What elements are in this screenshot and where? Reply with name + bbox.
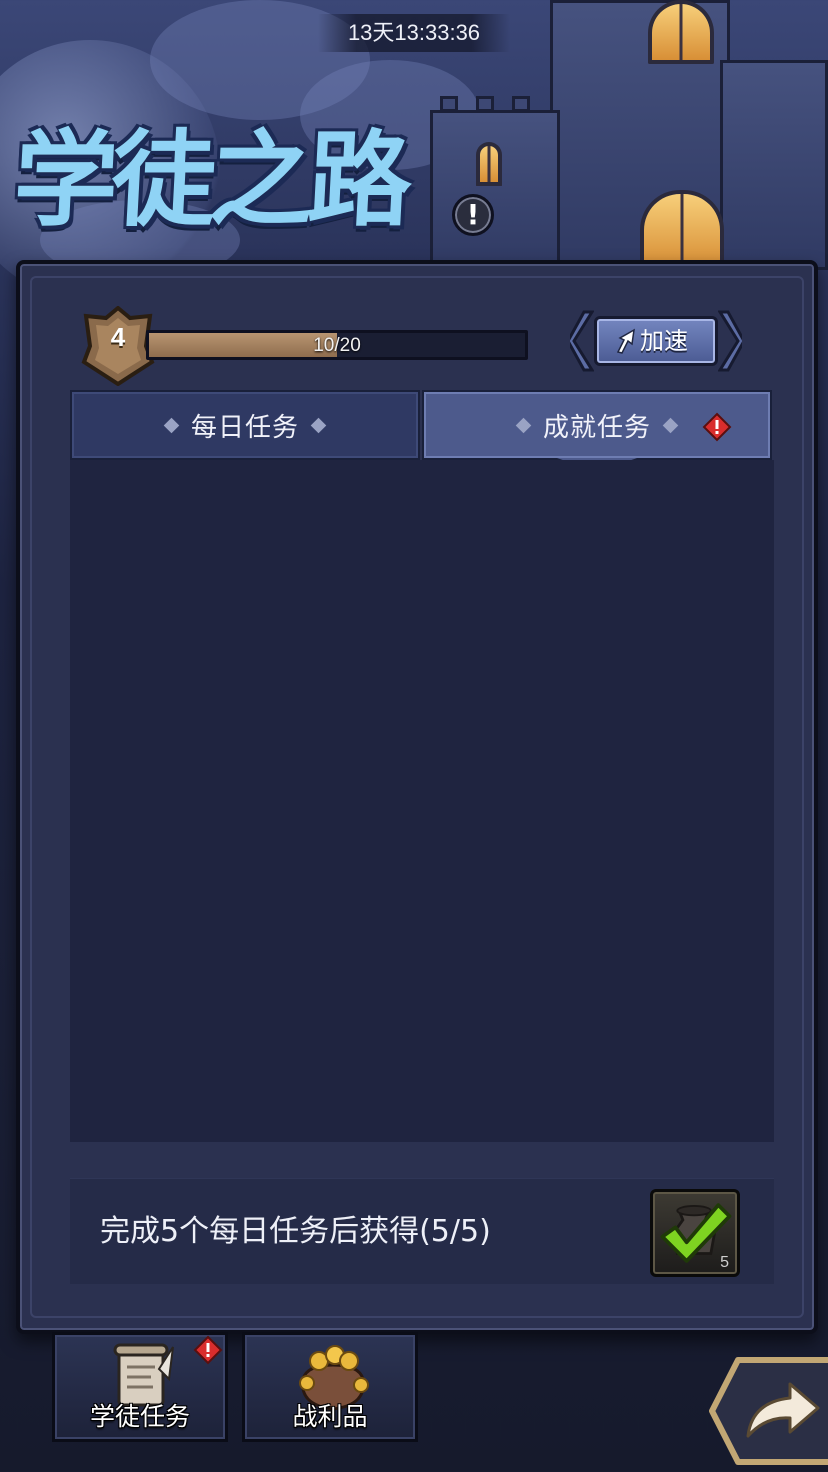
reward-item-slot[interactable]: 5 (650, 1189, 740, 1277)
chevron-left-icon (570, 310, 594, 372)
reward-item-count: 5 (720, 1254, 729, 1271)
apprentice-quest-label: 学徒任务 (89, 1402, 190, 1431)
diamond-icon (662, 417, 679, 433)
alert-icon (702, 412, 732, 442)
diamond-icon (515, 417, 532, 433)
loot-label: 战利品 (292, 1402, 368, 1431)
level-badge: 4 (80, 305, 156, 387)
speed-up-button[interactable]: 加速 (570, 310, 742, 372)
reward-row: 完成5个每日任务后获得(5/5) 5 (70, 1178, 774, 1284)
tab-label: 每日任务 (190, 412, 299, 443)
xp-progress-bar: 10/20 (146, 330, 528, 360)
loot-button[interactable]: 战利品 (242, 1332, 418, 1442)
tab-label: 成就任务 (542, 412, 651, 443)
quest-tabs: 每日任务 成就任务 (70, 390, 774, 472)
quest-panel: 4 10/20 加速 每日任务 成就任务 完成5个每日任务后获得(5/5) 5 (16, 260, 818, 1334)
speed-arrow-icon (616, 328, 635, 354)
chevron-right-icon (718, 310, 742, 372)
diamond-icon (310, 417, 327, 433)
alert-icon (193, 1335, 223, 1365)
diamond-icon (163, 417, 180, 433)
level-number: 4 (110, 322, 126, 352)
tab-achievement-quests[interactable]: 成就任务 (422, 390, 772, 472)
share-button[interactable] (708, 1356, 828, 1466)
tab-daily-quests[interactable]: 每日任务 (70, 390, 420, 460)
page-title: 学徒之路 (10, 119, 410, 241)
xp-progress-text: 10/20 (313, 335, 361, 356)
reward-description: 完成5个每日任务后获得(5/5) (100, 1214, 491, 1249)
event-timer: 13天13:33:36 (318, 14, 510, 52)
apprentice-quest-button[interactable]: 学徒任务 (52, 1332, 228, 1442)
quest-list-area (70, 460, 774, 1142)
info-icon[interactable]: ! (452, 194, 494, 236)
speed-up-label: 加速 (640, 327, 688, 355)
share-arrow-icon (709, 1357, 828, 1465)
